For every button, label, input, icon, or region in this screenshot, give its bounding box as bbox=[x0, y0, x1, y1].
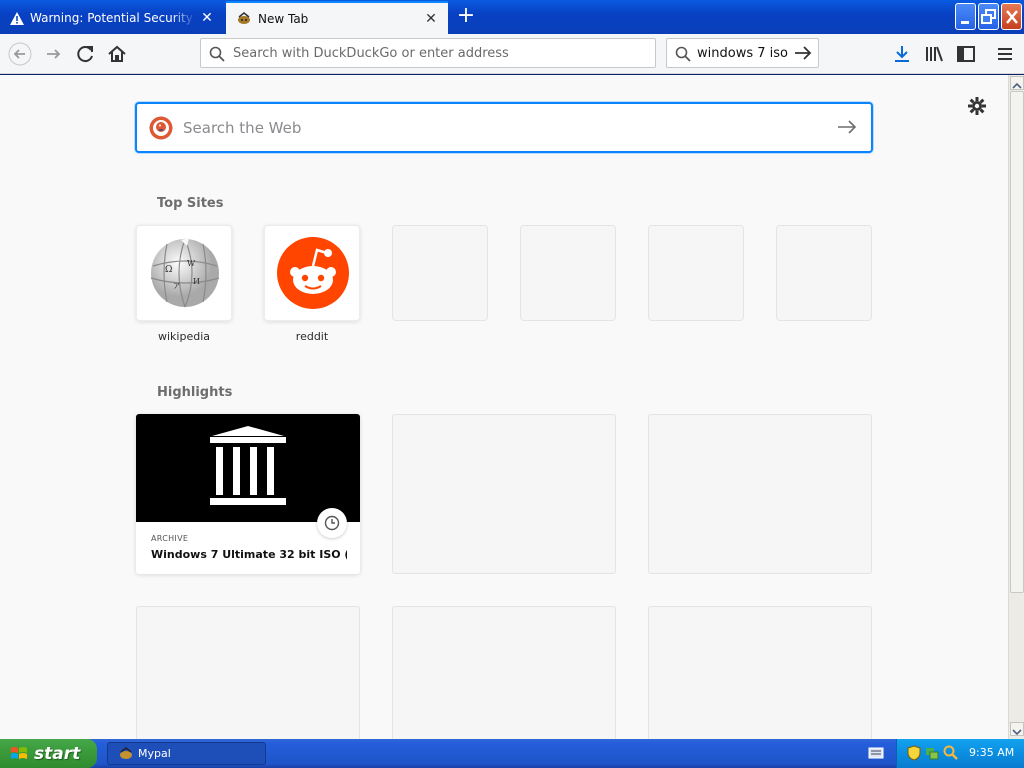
history-clock-icon bbox=[317, 508, 347, 538]
clock: 9:35 AM bbox=[969, 746, 1015, 759]
mypal-favicon-icon bbox=[238, 11, 250, 24]
highlight-title: Windows 7 Ultimate 32 bit ISO (... bbox=[151, 548, 347, 561]
highlight-card[interactable]: ARCHIVE Windows 7 Ultimate 32 bit ISO (.… bbox=[136, 414, 360, 574]
highlight-placeholder bbox=[392, 606, 616, 739]
web-search-input[interactable] bbox=[183, 118, 823, 138]
start-label: start bbox=[34, 743, 81, 764]
svg-text:Ω: Ω bbox=[165, 265, 172, 275]
minimize-button[interactable] bbox=[955, 3, 976, 30]
top-site-tile-empty[interactable] bbox=[648, 225, 744, 321]
settings-gear-icon[interactable] bbox=[966, 95, 988, 117]
close-tab-icon[interactable]: ✕ bbox=[200, 11, 214, 25]
minimize-icon bbox=[961, 21, 969, 24]
url-bar[interactable] bbox=[200, 38, 656, 68]
system-tray: 9:35 AM bbox=[896, 739, 1024, 768]
security-shield-icon[interactable] bbox=[907, 745, 921, 761]
go-arrow-icon[interactable] bbox=[794, 45, 812, 61]
reload-icon[interactable] bbox=[74, 42, 98, 66]
search-tray-icon[interactable] bbox=[943, 745, 959, 761]
top-site-tile-reddit[interactable] bbox=[264, 225, 360, 321]
close-icon bbox=[1006, 10, 1018, 24]
vertical-scrollbar[interactable] bbox=[1008, 75, 1024, 739]
back-icon[interactable] bbox=[8, 42, 32, 66]
duckduckgo-logo-icon bbox=[149, 116, 173, 140]
tab-title: New Tab bbox=[258, 11, 309, 26]
url-input[interactable] bbox=[233, 44, 633, 62]
downloads-icon[interactable] bbox=[890, 42, 914, 66]
highlight-thumbnail bbox=[136, 414, 360, 522]
highlight-source: ARCHIVE bbox=[151, 534, 189, 543]
top-site-label: wikipedia bbox=[157, 330, 210, 343]
taskbar-item-label: Mypal bbox=[138, 747, 171, 760]
menu-hamburger-icon[interactable] bbox=[993, 42, 1017, 66]
mypal-favicon-icon bbox=[120, 746, 132, 759]
search-icon bbox=[209, 46, 225, 62]
highlight-placeholder bbox=[392, 414, 616, 574]
tab-strip: Warning: Potential Security Risk Ahead ✕… bbox=[0, 0, 1024, 34]
archive-building-icon bbox=[210, 426, 286, 505]
scroll-up-icon[interactable] bbox=[1010, 76, 1024, 90]
top-site-tile-empty[interactable] bbox=[776, 225, 872, 321]
search-submit-arrow-icon[interactable] bbox=[837, 119, 857, 135]
home-icon[interactable] bbox=[105, 42, 129, 66]
restore-icon bbox=[981, 9, 996, 24]
warning-icon bbox=[10, 11, 24, 25]
network-icon[interactable] bbox=[925, 745, 939, 761]
library-icon[interactable] bbox=[922, 42, 946, 66]
search-bar[interactable] bbox=[666, 38, 819, 68]
highlight-placeholder bbox=[648, 414, 872, 574]
scroll-down-icon[interactable] bbox=[1010, 722, 1024, 736]
wikipedia-globe-icon: Ω W И ア bbox=[150, 238, 220, 308]
scrollbar-thumb[interactable] bbox=[1010, 91, 1024, 593]
windows-taskbar: start Mypal 9:35 AM bbox=[0, 739, 1024, 768]
top-site-tile-empty[interactable] bbox=[392, 225, 488, 321]
start-button[interactable]: start bbox=[0, 739, 97, 768]
tab-security-warning[interactable]: Warning: Potential Security Risk Ahead ✕ bbox=[0, 2, 224, 34]
sidebar-toggle-icon[interactable] bbox=[954, 42, 978, 66]
reddit-icon bbox=[277, 237, 349, 309]
new-tab-page: Top Sites Ω W И ア wikipedia reddit Highl… bbox=[0, 75, 1008, 739]
top-site-tile-empty[interactable] bbox=[520, 225, 616, 321]
top-site-label: reddit bbox=[295, 330, 329, 343]
svg-text:И: И bbox=[193, 277, 200, 286]
close-window-button[interactable] bbox=[1001, 3, 1022, 30]
highlight-placeholder bbox=[136, 606, 360, 739]
top-site-tile-wikipedia[interactable]: Ω W И ア bbox=[136, 225, 232, 321]
top-sites-heading: Top Sites bbox=[157, 196, 224, 211]
search-input[interactable] bbox=[697, 44, 789, 62]
svg-text:ア: ア bbox=[173, 282, 180, 290]
windows-logo-icon bbox=[11, 746, 27, 759]
close-tab-icon[interactable]: ✕ bbox=[424, 12, 438, 26]
highlights-heading: Highlights bbox=[157, 385, 233, 400]
navigation-toolbar bbox=[0, 34, 1024, 74]
forward-icon[interactable] bbox=[42, 42, 66, 66]
search-icon bbox=[675, 46, 691, 62]
tab-new-tab[interactable]: New Tab ✕ bbox=[226, 1, 448, 34]
restore-button[interactable] bbox=[978, 3, 999, 30]
web-search-box[interactable] bbox=[135, 102, 873, 153]
tab-title: Warning: Potential Security Risk Ahead bbox=[30, 11, 196, 25]
taskbar-item-mypal[interactable]: Mypal bbox=[107, 742, 266, 765]
svg-text:W: W bbox=[187, 259, 196, 268]
highlight-placeholder bbox=[648, 606, 872, 739]
keyboard-icon[interactable] bbox=[868, 746, 884, 760]
new-tab-plus-icon[interactable]: + bbox=[456, 5, 476, 27]
